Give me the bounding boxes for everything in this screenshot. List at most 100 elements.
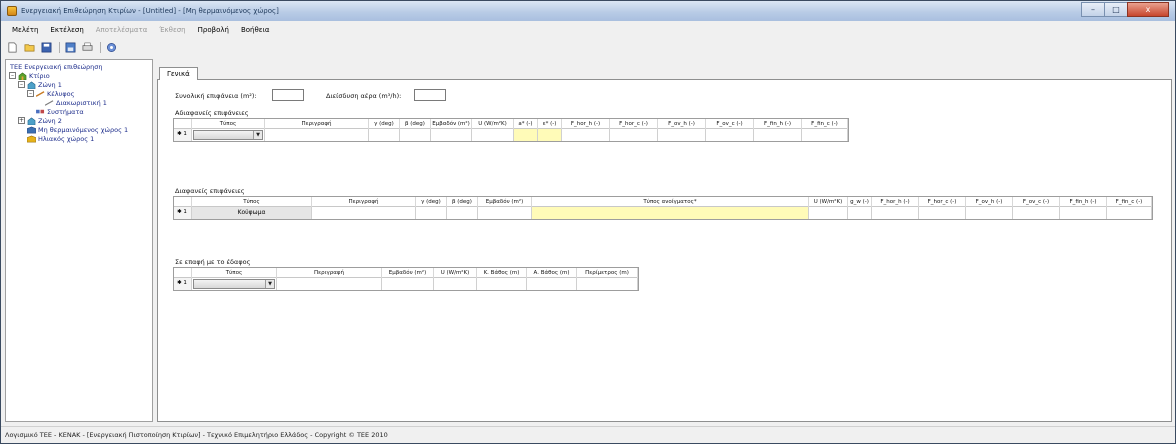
column-header: F_fin_h (-) (754, 119, 802, 129)
type-cell[interactable]: ▼ (192, 129, 265, 141)
column-header: F_hor_h (-) (562, 119, 610, 129)
column-header: F_hor_c (-) (610, 119, 658, 129)
grid-cell[interactable] (472, 129, 514, 141)
type-cell[interactable]: Κούφωμα (192, 207, 312, 219)
collapse-icon[interactable]: – (18, 81, 25, 88)
grid-cell[interactable] (382, 278, 434, 290)
grid-cell[interactable] (577, 278, 638, 290)
title-bar[interactable]: Ενεργειακή Επιθεώρηση Κτιρίων - [Untitle… (1, 1, 1175, 21)
grid-cell[interactable] (1013, 207, 1060, 219)
dropdown-arrow-icon[interactable]: ▼ (265, 280, 274, 288)
tree-node-building[interactable]: – Κτίριο (9, 71, 50, 80)
required-cell[interactable] (514, 129, 538, 141)
solar-space-icon (27, 135, 36, 142)
grid-cell[interactable] (527, 278, 577, 290)
grid-cell[interactable] (919, 207, 966, 219)
column-header: a* (-) (514, 119, 538, 129)
settings-button[interactable] (104, 40, 119, 54)
expand-icon[interactable]: + (18, 117, 25, 124)
required-cell[interactable] (538, 129, 562, 141)
grid-cell[interactable] (277, 278, 382, 290)
table-row[interactable]: ✱ 1 Κούφωμα (174, 207, 1152, 219)
grid-cell[interactable] (434, 278, 477, 290)
column-header: g_w (-) (848, 197, 872, 207)
collapse-icon[interactable]: – (27, 90, 34, 97)
tree-node-zone-2[interactable]: + Ζώνη 2 (18, 116, 62, 125)
total-area-input[interactable] (272, 89, 304, 101)
dropdown-arrow-icon[interactable]: ▼ (253, 131, 262, 139)
column-header: β (deg) (447, 197, 478, 207)
opaque-surfaces-grid[interactable]: Τύπος Περιγραφή γ (deg) β (deg) Εμβαδόν … (173, 118, 849, 142)
grid-cell[interactable] (1060, 207, 1107, 219)
column-header: F_hor_h (-) (872, 197, 919, 207)
save-button[interactable] (39, 40, 54, 54)
column-header: F_fin_h (-) (1060, 197, 1107, 207)
table-row[interactable]: ✱ 1 ▼ (174, 278, 638, 290)
column-header: F_ov_c (-) (1013, 197, 1060, 207)
grid-cell[interactable] (400, 129, 431, 141)
menu-execute[interactable]: Εκτέλεση (44, 26, 89, 34)
column-header: Τύπος (192, 197, 312, 207)
grid-cell[interactable] (416, 207, 447, 219)
transparent-section-title: Διαφανείς επιφάνειες (175, 187, 245, 195)
grid-cell[interactable] (610, 129, 658, 141)
project-tree[interactable]: ΤΕΕ Ενεργειακή επιθεώρηση – Κτίριο – Ζών… (5, 59, 153, 422)
grid-cell[interactable] (802, 129, 848, 141)
tree-node-solar-space[interactable]: Ηλιακός χώρος 1 (27, 134, 94, 143)
grid-cell[interactable] (477, 278, 527, 290)
grid-cell[interactable] (562, 129, 610, 141)
tree-node-unheated-space[interactable]: Μη θερμαινόμενος χώρος 1 (27, 125, 128, 134)
open-button[interactable] (22, 40, 37, 54)
ground-section-title: Σε επαφή με το έδαφος (175, 258, 251, 266)
type-combobox[interactable]: ▼ (193, 279, 275, 289)
minimize-button[interactable]: – (1081, 2, 1105, 17)
grid-cell[interactable] (1107, 207, 1152, 219)
tree-node-label: Ηλιακός χώρος 1 (38, 134, 95, 143)
menu-results[interactable]: Αποτελέσματα (90, 26, 154, 34)
tree-node-root[interactable]: ΤΕΕ Ενεργειακή επιθεώρηση (10, 62, 103, 71)
new-row-marker: ✱ (177, 280, 182, 286)
tree-node-systems[interactable]: Συστήματα (36, 107, 84, 116)
grid-cell[interactable] (265, 129, 369, 141)
grid-cell[interactable] (447, 207, 478, 219)
row-header-corner (174, 197, 192, 207)
required-cell[interactable] (532, 207, 809, 219)
grid-cell[interactable] (706, 129, 754, 141)
maximize-button[interactable]: □ (1104, 2, 1128, 17)
settings-icon (107, 42, 116, 52)
grid-cell[interactable] (431, 129, 472, 141)
grid-cell[interactable] (754, 129, 802, 141)
air-infiltration-input[interactable] (414, 89, 446, 101)
ground-contact-grid[interactable]: Τύπος Περιγραφή Εμβαδόν (m²) U (W/m²K) Κ… (173, 267, 639, 291)
grid-cell[interactable] (658, 129, 706, 141)
tree-node-zone-1[interactable]: – Ζώνη 1 (18, 80, 62, 89)
grid-cell[interactable] (312, 207, 416, 219)
print-button[interactable] (80, 40, 95, 54)
grid-cell[interactable] (848, 207, 872, 219)
type-combobox[interactable]: ▼ (193, 130, 263, 140)
menu-report[interactable]: Έκθεση (153, 26, 191, 34)
column-header: γ (deg) (369, 119, 400, 129)
tree-node-partition[interactable]: Διακωριστική 1 (45, 98, 107, 107)
menu-help[interactable]: Βοήθεια (235, 26, 276, 34)
menu-view[interactable]: Προβολή (192, 26, 235, 34)
table-row[interactable]: ✱ 1 ▼ (174, 129, 848, 141)
menu-study[interactable]: Μελέτη (6, 26, 44, 34)
tree-node-label: Μη θερμαινόμενος χώρος 1 (38, 125, 129, 134)
transparent-surfaces-grid[interactable]: Τύπος Περιγραφή γ (deg) β (deg) Εμβαδόν … (173, 196, 1153, 220)
grid-cell[interactable] (966, 207, 1013, 219)
grid-cell[interactable] (809, 207, 848, 219)
tab-general[interactable]: Γενικά (159, 67, 198, 80)
grid-cell[interactable] (478, 207, 532, 219)
tree-node-label: ΤΕΕ Ενεργειακή επιθεώρηση (10, 62, 103, 71)
type-cell[interactable]: ▼ (192, 278, 277, 290)
tree-node-envelope[interactable]: – Κέλυφος (27, 89, 74, 98)
new-button[interactable] (5, 40, 20, 54)
column-header: β (deg) (400, 119, 431, 129)
close-button[interactable]: x (1127, 2, 1169, 17)
column-header: U (W/m²K) (809, 197, 848, 207)
grid-cell[interactable] (872, 207, 919, 219)
grid-cell[interactable] (369, 129, 400, 141)
collapse-icon[interactable]: – (9, 72, 16, 79)
save-as-button[interactable] (63, 40, 78, 54)
